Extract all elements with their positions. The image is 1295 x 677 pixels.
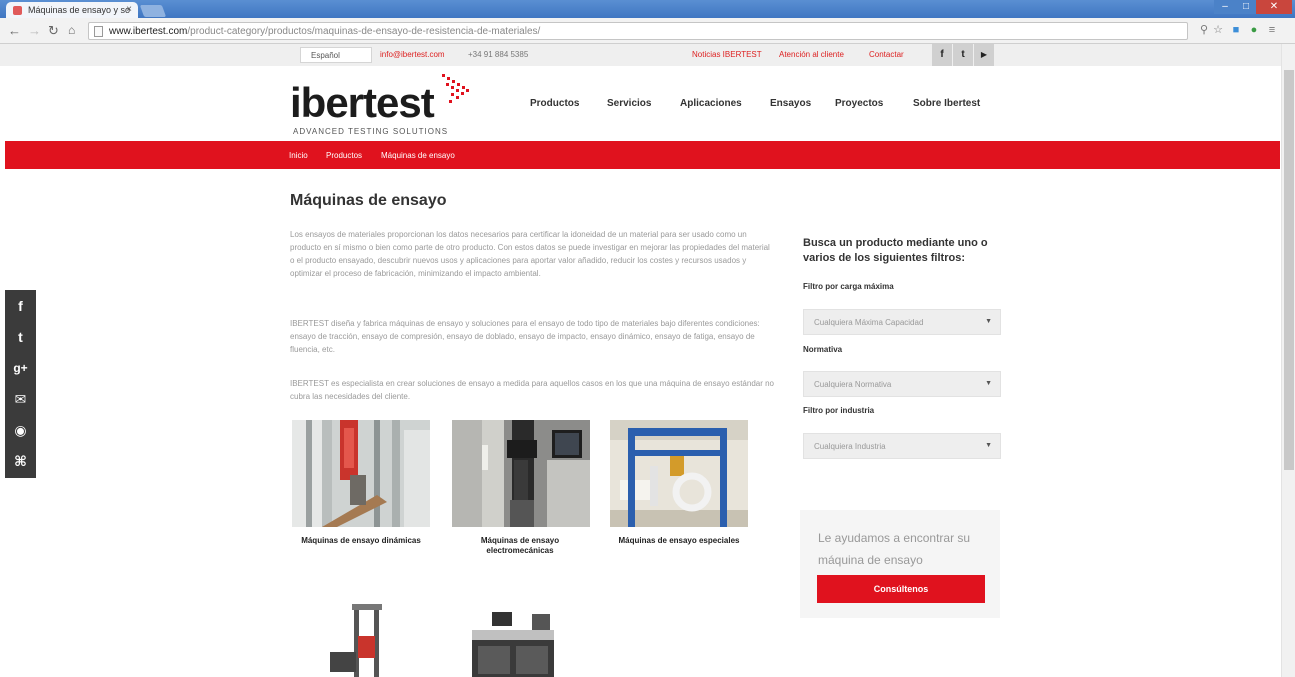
forward-icon[interactable]: →: [28, 23, 41, 38]
address-bar[interactable]: www.ibertest.com/product-category/produc…: [88, 22, 1188, 40]
nav-servicios[interactable]: Servicios: [607, 98, 651, 109]
twitter-icon[interactable]: t: [953, 44, 973, 66]
filter-select-industria[interactable]: Cualquiera Industria ▼: [803, 433, 1001, 459]
phone-number: +34 91 884 5385: [468, 50, 529, 59]
filter-select-industria-value: Cualquiera Industria: [814, 442, 886, 451]
page-scrollbar[interactable]: [1281, 44, 1295, 677]
product-image-4[interactable]: [318, 600, 408, 677]
browser-toolbar: ← → ↻ ⌂ www.ibertest.com/product-categor…: [0, 18, 1295, 44]
consultenos-button[interactable]: Consúltenos: [817, 575, 985, 603]
nav-aplicaciones[interactable]: Aplicaciones: [680, 98, 742, 109]
url-path: /product-category/productos/maquinas-de-…: [187, 26, 541, 37]
help-text: Le ayudamos a encontrar su máquina de en…: [818, 531, 971, 567]
google-plus-icon[interactable]: g+: [5, 354, 36, 382]
facebook-icon[interactable]: f: [932, 44, 952, 66]
email-link[interactable]: info@ibertest.com: [380, 50, 445, 59]
product-image-especiales[interactable]: [610, 420, 748, 527]
nav-sobre-ibertest[interactable]: Sobre Ibertest: [913, 98, 980, 109]
filter-label-carga: Filtro por carga máxima: [803, 282, 894, 291]
browser-tab[interactable]: Máquinas de ensayo y so ×: [6, 2, 138, 18]
bookmark-star-icon[interactable]: ☆: [1212, 24, 1224, 36]
breadcrumb-inicio[interactable]: Inicio: [289, 151, 308, 160]
zoom-icon[interactable]: ⚲: [1198, 24, 1210, 36]
new-tab-button[interactable]: [139, 5, 167, 17]
breadcrumb-current: Máquinas de ensayo: [381, 151, 455, 160]
intro-paragraph-1: Los ensayos de materiales proporcionan l…: [290, 230, 770, 278]
intro-paragraph-3: IBERTEST es especialista en crear soluci…: [290, 379, 775, 401]
tab-close-icon[interactable]: ×: [126, 4, 132, 15]
email-icon[interactable]: ✉: [5, 385, 36, 413]
link-contactar[interactable]: Contactar: [869, 50, 904, 59]
more-share-icon[interactable]: ⌘: [5, 447, 36, 475]
product-image-5[interactable]: [462, 600, 562, 677]
social-share-sidebar: f t g+ ✉ ◉ ⌘: [5, 290, 36, 478]
breadcrumb: Inicio Productos Máquinas de ensayo: [5, 141, 1280, 169]
logo-dots-icon: [442, 74, 469, 103]
product-caption-especiales[interactable]: Máquinas de ensayo especiales: [604, 536, 754, 546]
site-logo[interactable]: ibertest: [290, 82, 435, 124]
extension-android-icon[interactable]: ●: [1248, 24, 1260, 36]
nav-proyectos[interactable]: Proyectos: [835, 98, 883, 109]
filter-select-carga-value: Cualquiera Máxima Capacidad: [814, 318, 924, 327]
reload-icon[interactable]: ↻: [48, 23, 59, 39]
share-icon[interactable]: ◉: [5, 416, 36, 444]
page-title: Máquinas de ensayo: [290, 192, 447, 209]
youtube-icon[interactable]: ▶: [974, 44, 994, 66]
breadcrumb-productos[interactable]: Productos: [326, 151, 362, 160]
nav-productos[interactable]: Productos: [530, 98, 579, 109]
filter-label-industria: Filtro por industria: [803, 406, 875, 415]
site-top-bar: Español info@ibertest.com +34 91 884 538…: [0, 44, 1295, 66]
chevron-down-icon: ▼: [985, 442, 992, 449]
link-noticias[interactable]: Noticias IBERTEST: [692, 50, 762, 59]
product-caption-electromecanicas[interactable]: Máquinas de ensayo electromecánicas: [455, 536, 585, 556]
product-caption-dinamicas[interactable]: Máquinas de ensayo dinámicas: [288, 536, 434, 546]
logo-tagline: ADVANCED TESTING SOLUTIONS: [293, 127, 449, 136]
scrollbar-thumb[interactable]: [1284, 70, 1294, 470]
url-domain: www.ibertest.com: [109, 26, 188, 37]
window-minimize-button[interactable]: –: [1214, 0, 1236, 14]
nav-ensayos[interactable]: Ensayos: [770, 98, 811, 109]
product-image-electromecanicas[interactable]: [452, 420, 590, 527]
filter-label-normativa: Normativa: [803, 345, 843, 354]
home-icon[interactable]: ⌂: [68, 23, 75, 37]
filter-select-carga[interactable]: Cualquiera Máxima Capacidad ▼: [803, 309, 1001, 335]
chevron-down-icon: ▼: [985, 380, 992, 387]
intro-paragraph-2: IBERTEST diseña y fabrica máquinas de en…: [290, 319, 760, 354]
language-value: Español: [311, 51, 340, 60]
tab-title: Máquinas de ensayo y so: [28, 5, 131, 15]
page-icon: [94, 26, 103, 37]
extension-icon[interactable]: ■: [1230, 24, 1242, 36]
chevron-down-icon: ▼: [985, 318, 992, 325]
favicon-icon: [13, 6, 22, 15]
menu-icon[interactable]: ≡: [1266, 24, 1278, 36]
language-select[interactable]: Español: [300, 47, 372, 63]
back-icon[interactable]: ←: [8, 23, 21, 38]
link-atencion-cliente[interactable]: Atención al cliente: [779, 50, 844, 59]
browser-tab-bar: Máquinas de ensayo y so × – □ ✕: [0, 0, 1295, 18]
twitter-icon[interactable]: t: [5, 323, 36, 351]
filter-heading: Busca un producto mediante uno o varios …: [803, 237, 988, 264]
window-close-button[interactable]: ✕: [1256, 0, 1292, 14]
window-maximize-button[interactable]: □: [1236, 0, 1256, 14]
filter-select-normativa[interactable]: Cualquiera Normativa ▼: [803, 371, 1001, 397]
filter-select-normativa-value: Cualquiera Normativa: [814, 380, 892, 389]
facebook-icon[interactable]: f: [5, 292, 36, 320]
product-image-dinamicas[interactable]: [292, 420, 430, 527]
